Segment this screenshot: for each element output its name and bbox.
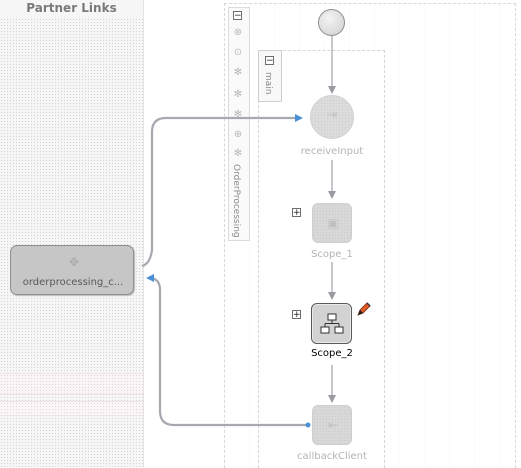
- callback-client-label: callbackClient: [297, 451, 367, 462]
- scope2-label: Scope_2: [311, 348, 353, 359]
- scope2-activity[interactable]: [311, 303, 352, 344]
- receive-icon: ⇥: [326, 108, 338, 123]
- receive-input-label: receiveInput: [300, 146, 364, 157]
- callback-client-activity[interactable]: ⇤: [312, 405, 352, 445]
- scope1-activity[interactable]: ▣: [312, 203, 352, 243]
- receive-input-activity[interactable]: ⇥: [310, 95, 354, 139]
- expand-scope1-toggle[interactable]: +: [292, 208, 301, 218]
- pencil-icon[interactable]: [356, 301, 372, 317]
- scope-icon: ▣: [327, 216, 339, 230]
- flow-connectors: [141, 36, 336, 428]
- start-circle-icon[interactable]: [318, 9, 345, 36]
- scope1-label: Scope_1: [311, 249, 353, 260]
- expand-scope2-toggle[interactable]: +: [292, 310, 301, 320]
- invoke-icon: ⇤: [327, 418, 339, 432]
- scope-hierarchy-icon: [320, 313, 344, 334]
